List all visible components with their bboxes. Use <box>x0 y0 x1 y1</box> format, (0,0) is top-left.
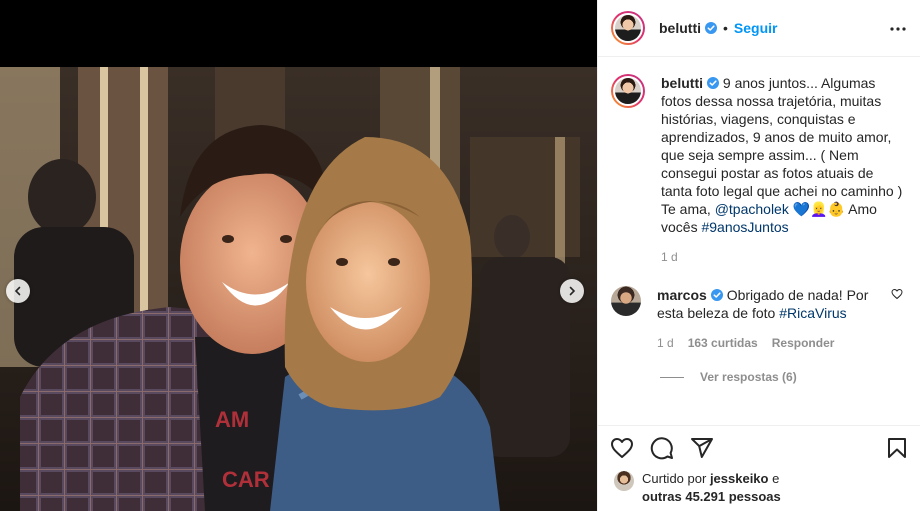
post-sidebar: belutti • Seguir belutti 9 anos juntos..… <box>597 0 920 511</box>
caption-signoff: Te ama, <box>661 201 711 217</box>
view-replies-label: Ver respostas (6) <box>700 370 797 384</box>
post-actions-bar <box>598 425 920 471</box>
caption-username[interactable]: belutti <box>661 75 703 91</box>
comments-section[interactable]: belutti 9 anos juntos... Algumas fotos d… <box>598 57 920 425</box>
more-horizontal-icon[interactable] <box>889 20 907 38</box>
verified-badge-icon <box>707 77 719 89</box>
hashtag-link[interactable]: #9anosJuntos <box>701 219 788 235</box>
author-avatar[interactable] <box>611 11 645 45</box>
separator-dot: • <box>723 20 728 36</box>
post-media: AM CAR <box>0 0 597 511</box>
commenter-avatar[interactable] <box>611 286 641 316</box>
caption-body: belutti 9 anos juntos... Algumas fotos d… <box>661 74 905 266</box>
next-photo-button[interactable] <box>560 279 584 303</box>
caption-timestamp[interactable]: 1 d <box>661 248 905 266</box>
comment-likes-count[interactable]: 163 curtidas <box>688 334 758 352</box>
avatar-image <box>613 76 643 106</box>
author-username[interactable]: belutti <box>659 20 701 36</box>
comment-timestamp[interactable]: 1 d <box>657 334 674 352</box>
share-icon[interactable] <box>690 436 714 460</box>
follow-button[interactable]: Seguir <box>734 20 778 36</box>
caption-emojis: 💙👱‍♀️👶 <box>792 201 846 217</box>
liker-avatar[interactable] <box>614 471 634 491</box>
chevron-right-icon <box>569 286 576 296</box>
previous-photo-button[interactable] <box>6 279 30 303</box>
mention-link[interactable]: @tpacholek <box>715 201 789 217</box>
view-replies-button[interactable]: Ver respostas (6) <box>660 370 905 384</box>
reply-button[interactable]: Responder <box>772 334 835 352</box>
svg-text:CAR: CAR <box>222 467 270 492</box>
post-photo[interactable]: AM CAR <box>0 67 597 511</box>
likes-text: Curtido por jesskeiko e outras 45.291 pe… <box>642 470 781 506</box>
replies-divider-line <box>660 376 684 378</box>
comment-body: marcos Obrigado de nada! Por esta beleza… <box>657 286 877 352</box>
comment-meta: 1 d 163 curtidas Responder <box>657 334 877 352</box>
liker-username[interactable]: jesskeiko <box>710 471 769 486</box>
caption-author-avatar[interactable] <box>611 74 645 108</box>
caption-text: 9 anos juntos... Algumas fotos dessa nos… <box>661 75 903 199</box>
verified-badge-icon <box>710 289 723 301</box>
comment-like-heart-icon[interactable] <box>891 288 903 300</box>
likes-summary: Curtido por jesskeiko e outras 45.291 pe… <box>614 470 781 506</box>
commenter-username[interactable]: marcos <box>657 287 707 303</box>
likes-others-count[interactable]: outras 45.291 pessoas <box>642 489 781 504</box>
photo-couple-illustration: AM CAR <box>0 67 597 511</box>
post-caption: belutti 9 anos juntos... Algumas fotos d… <box>611 74 905 266</box>
svg-text:AM: AM <box>215 407 249 432</box>
verified-badge-icon <box>705 22 717 34</box>
comment-icon[interactable] <box>650 436 674 460</box>
likes-prefix: Curtido por <box>642 471 707 486</box>
avatar-image <box>613 13 643 43</box>
comment-hashtag-link[interactable]: #RicaVirus <box>779 305 846 321</box>
chevron-left-icon <box>14 286 21 296</box>
comment-item: marcos Obrigado de nada! Por esta beleza… <box>611 286 905 352</box>
bookmark-icon[interactable] <box>885 436 909 460</box>
likes-conjunction: e <box>772 471 780 486</box>
heart-icon[interactable] <box>610 436 634 460</box>
post-header: belutti • Seguir <box>598 0 920 57</box>
